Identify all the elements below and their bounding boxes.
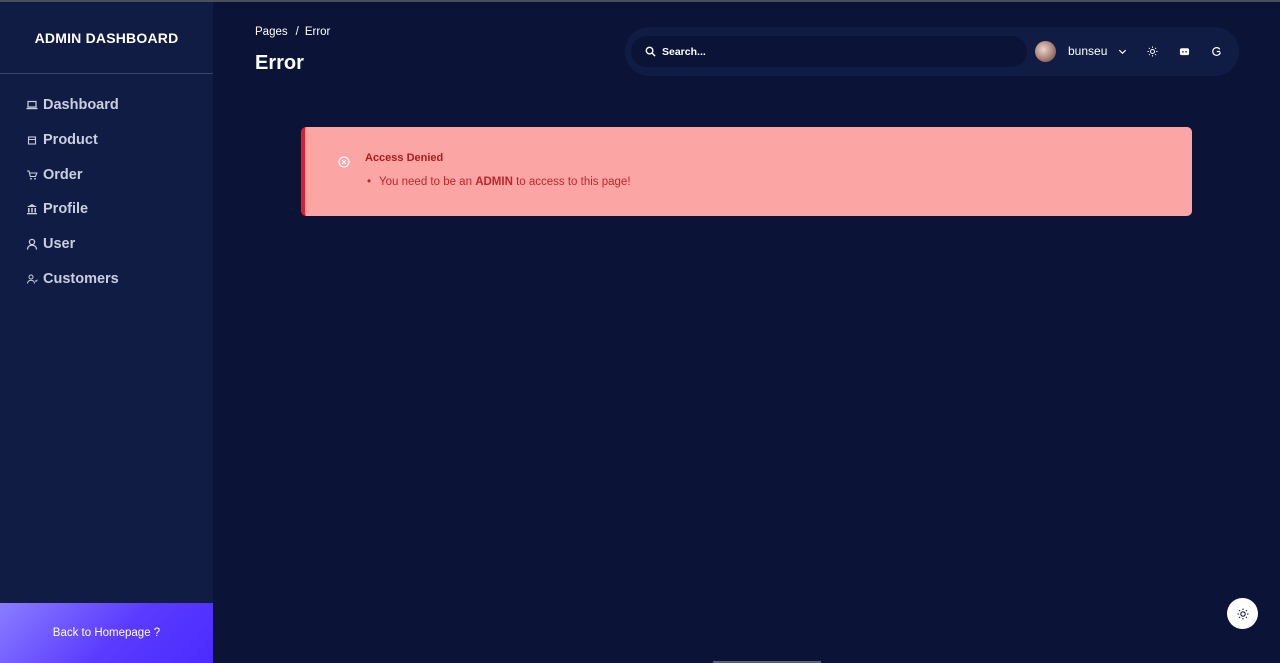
breadcrumb-current: Error xyxy=(304,26,331,38)
search-box xyxy=(631,36,1027,67)
google-icon[interactable] xyxy=(1211,46,1222,57)
sidebar-item-profile[interactable]: Profile xyxy=(0,192,213,227)
breadcrumb-separator: / xyxy=(295,26,299,38)
sidebar-item-customers[interactable]: Customers xyxy=(0,261,213,296)
alert-messages: You need to be an ADMIN to access to thi… xyxy=(367,176,631,188)
laptop-icon xyxy=(26,99,38,111)
avatar[interactable] xyxy=(1035,41,1056,62)
sidebar-item-label: User xyxy=(43,236,76,253)
alert-message: You need to be an ADMIN to access to thi… xyxy=(367,176,631,188)
search-icon xyxy=(645,46,656,57)
customers-icon xyxy=(26,273,38,285)
sidebar-item-dashboard[interactable]: Dashboard xyxy=(0,88,213,123)
theme-toggle-button[interactable] xyxy=(1227,598,1258,629)
sidebar-item-label: Dashboard xyxy=(43,97,119,114)
back-to-homepage-button[interactable]: Back to Homepage ? xyxy=(0,603,213,663)
sidebar-nav: Dashboard Product Order Profile User Cus… xyxy=(0,74,213,296)
access-denied-alert: Access Denied You need to be an ADMIN to… xyxy=(301,127,1192,216)
page-title: Error xyxy=(255,52,304,74)
username[interactable]: bunseu xyxy=(1068,44,1107,58)
alert-title: Access Denied xyxy=(365,152,444,164)
alert-message-before: You need to be an xyxy=(379,176,472,188)
breadcrumb-root[interactable]: Pages xyxy=(255,26,288,38)
sidebar-item-label: Customers xyxy=(43,270,119,287)
chevron-down-icon[interactable] xyxy=(1117,46,1128,57)
top-navbar: bunseu xyxy=(625,27,1239,76)
bank-icon xyxy=(26,203,38,215)
alert-message-role: ADMIN xyxy=(475,176,513,188)
user-icon xyxy=(26,238,38,250)
sun-icon[interactable] xyxy=(1147,46,1158,57)
sidebar-item-order[interactable]: Order xyxy=(0,157,213,192)
sidebar-item-label: Product xyxy=(43,132,98,149)
sun-icon xyxy=(1237,608,1248,619)
cart-icon xyxy=(26,169,38,181)
discord-icon[interactable] xyxy=(1179,46,1190,57)
sidebar-item-product[interactable]: Product xyxy=(0,123,213,158)
breadcrumb: Pages / Error xyxy=(255,26,330,38)
alert-message-after: to access to this page! xyxy=(516,176,631,188)
box-icon xyxy=(26,134,38,146)
brand-title: ADMIN DASHBOARD xyxy=(0,2,213,74)
sidebar-item-label: Order xyxy=(43,166,83,183)
sidebar: ADMIN DASHBOARD Dashboard Product Order … xyxy=(0,2,213,663)
sidebar-item-user[interactable]: User xyxy=(0,227,213,262)
search-input[interactable] xyxy=(662,45,1002,58)
close-circle-icon xyxy=(338,156,350,168)
sidebar-item-label: Profile xyxy=(43,201,89,218)
